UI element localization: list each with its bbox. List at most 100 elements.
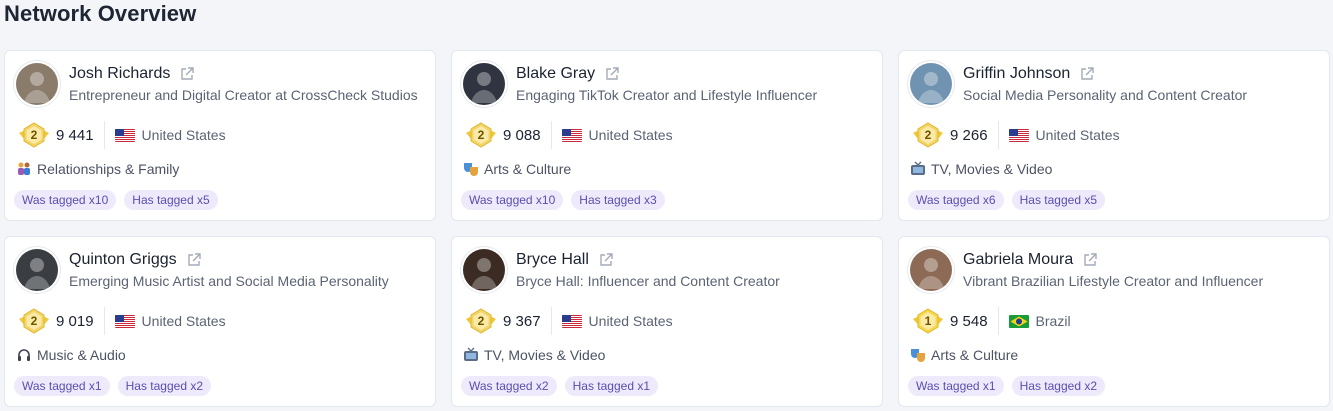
us-flag <box>114 128 135 142</box>
creator-name[interactable]: Bryce Hall <box>516 250 589 270</box>
divider <box>103 121 105 149</box>
external-link-icon[interactable] <box>604 66 620 82</box>
has-tagged-badge[interactable]: Has tagged x5 <box>1011 190 1105 210</box>
country-label: United States <box>1035 127 1120 143</box>
category-row: Relationships & Family <box>16 161 179 177</box>
category-row: Music & Audio <box>16 347 126 363</box>
creator-name[interactable]: Griffin Johnson <box>963 64 1070 84</box>
us-flag <box>1008 128 1029 142</box>
creator-bio: Bryce Hall: Influencer and Content Creat… <box>516 273 780 289</box>
television-icon <box>910 161 926 177</box>
rank-badge-icon: 2 <box>910 121 946 149</box>
creator-name[interactable]: Blake Gray <box>516 64 595 84</box>
creator-name[interactable]: Quinton Griggs <box>69 250 177 270</box>
creator-card[interactable]: Blake Gray Engaging TikTok Creator and Li… <box>451 50 883 221</box>
creator-bio: Engaging TikTok Creator and Lifestyle In… <box>516 87 818 103</box>
rank-number: 2 <box>477 314 485 328</box>
avatar[interactable] <box>463 63 505 105</box>
external-link-icon[interactable] <box>1082 252 1098 268</box>
avatar[interactable] <box>16 249 58 291</box>
rank-number: 2 <box>30 128 38 142</box>
has-tagged-badge[interactable]: Has tagged x3 <box>571 190 665 210</box>
rank-badge-icon: 1 <box>910 307 946 335</box>
divider <box>997 121 999 149</box>
category-label: TV, Movies & Video <box>931 161 1053 177</box>
tag-list: Was tagged x10 Has tagged x3 <box>461 190 665 210</box>
creator-bio: Vibrant Brazilian Lifestyle Creator and … <box>963 273 1264 289</box>
country-label: Brazil <box>1035 313 1071 329</box>
avatar[interactable] <box>463 249 505 291</box>
stats-row: 2 9 088 United States <box>463 121 673 149</box>
creator-card[interactable]: Bryce Hall Bryce Hall: Influencer and Con… <box>451 236 883 407</box>
tag-list: Was tagged x6 Has tagged x5 <box>908 190 1105 210</box>
category-label: Arts & Culture <box>931 347 1019 363</box>
headphones-icon <box>16 347 32 363</box>
external-link-icon[interactable] <box>1079 66 1095 82</box>
score-value: 9 266 <box>950 126 988 144</box>
us-flag <box>114 314 135 328</box>
category-row: Arts & Culture <box>463 161 571 177</box>
was-tagged-badge[interactable]: Was tagged x10 <box>461 190 564 210</box>
rank-number: 2 <box>924 128 932 142</box>
was-tagged-badge[interactable]: Was tagged x1 <box>908 376 1004 396</box>
has-tagged-badge[interactable]: Has tagged x5 <box>124 190 218 210</box>
avatar[interactable] <box>910 63 952 105</box>
us-flag <box>561 314 582 328</box>
name-row: Quinton Griggs <box>69 250 202 270</box>
external-link-icon[interactable] <box>179 66 195 82</box>
rank-number: 2 <box>30 314 38 328</box>
tag-list: Was tagged x1 Has tagged x2 <box>14 376 211 396</box>
category-label: Arts & Culture <box>484 161 572 177</box>
theater-masks-icon <box>910 347 926 363</box>
tag-list: Was tagged x1 Has tagged x2 <box>908 376 1105 396</box>
has-tagged-badge[interactable]: Has tagged x1 <box>564 376 658 396</box>
category-row: TV, Movies & Video <box>910 161 1052 177</box>
name-row: Gabriela Moura <box>963 250 1098 270</box>
avatar[interactable] <box>16 63 58 105</box>
category-label: TV, Movies & Video <box>484 347 606 363</box>
category-row: Arts & Culture <box>910 347 1018 363</box>
external-link-icon[interactable] <box>598 252 614 268</box>
has-tagged-badge[interactable]: Has tagged x2 <box>117 376 211 396</box>
score-value: 9 548 <box>950 312 988 330</box>
stats-row: 1 9 548 Brazil <box>910 307 1071 335</box>
country-label: United States <box>588 313 673 329</box>
has-tagged-badge[interactable]: Has tagged x2 <box>1011 376 1105 396</box>
stats-row: 2 9 441 United States <box>16 121 226 149</box>
creator-bio: Social Media Personality and Content Cre… <box>963 87 1248 103</box>
was-tagged-badge[interactable]: Was tagged x10 <box>14 190 117 210</box>
score-value: 9 019 <box>56 312 94 330</box>
creator-name[interactable]: Gabriela Moura <box>963 250 1073 270</box>
creator-card[interactable]: Josh Richards Entrepreneur and Digital Cr… <box>4 50 436 221</box>
was-tagged-badge[interactable]: Was tagged x2 <box>461 376 557 396</box>
score-value: 9 367 <box>503 312 541 330</box>
theater-masks-icon <box>463 161 479 177</box>
name-row: Blake Gray <box>516 64 620 84</box>
category-label: Relationships & Family <box>37 161 180 177</box>
rank-badge-icon: 2 <box>16 307 52 335</box>
tag-list: Was tagged x10 Has tagged x5 <box>14 190 218 210</box>
rank-badge-icon: 2 <box>463 121 499 149</box>
score-value: 9 088 <box>503 126 541 144</box>
name-row: Bryce Hall <box>516 250 614 270</box>
television-icon <box>463 347 479 363</box>
name-row: Griffin Johnson <box>963 64 1095 84</box>
stats-row: 2 9 367 United States <box>463 307 673 335</box>
country-label: United States <box>141 127 226 143</box>
creator-name[interactable]: Josh Richards <box>69 64 170 84</box>
external-link-icon[interactable] <box>186 252 202 268</box>
avatar[interactable] <box>910 249 952 291</box>
tag-list: Was tagged x2 Has tagged x1 <box>461 376 658 396</box>
stats-row: 2 9 019 United States <box>16 307 226 335</box>
was-tagged-badge[interactable]: Was tagged x1 <box>14 376 110 396</box>
name-row: Josh Richards <box>69 64 195 84</box>
creator-card[interactable]: Gabriela Moura Vibrant Brazilian Lifestyl… <box>898 236 1330 407</box>
stats-row: 2 9 266 United States <box>910 121 1120 149</box>
creator-card[interactable]: Griffin Johnson Social Media Personality … <box>898 50 1330 221</box>
creator-bio: Entrepreneur and Digital Creator at Cros… <box>69 87 418 103</box>
country-label: United States <box>141 313 226 329</box>
divider <box>550 307 552 335</box>
creator-card[interactable]: Quinton Griggs Emerging Music Artist and … <box>4 236 436 407</box>
was-tagged-badge[interactable]: Was tagged x6 <box>908 190 1004 210</box>
category-label: Music & Audio <box>37 347 126 363</box>
